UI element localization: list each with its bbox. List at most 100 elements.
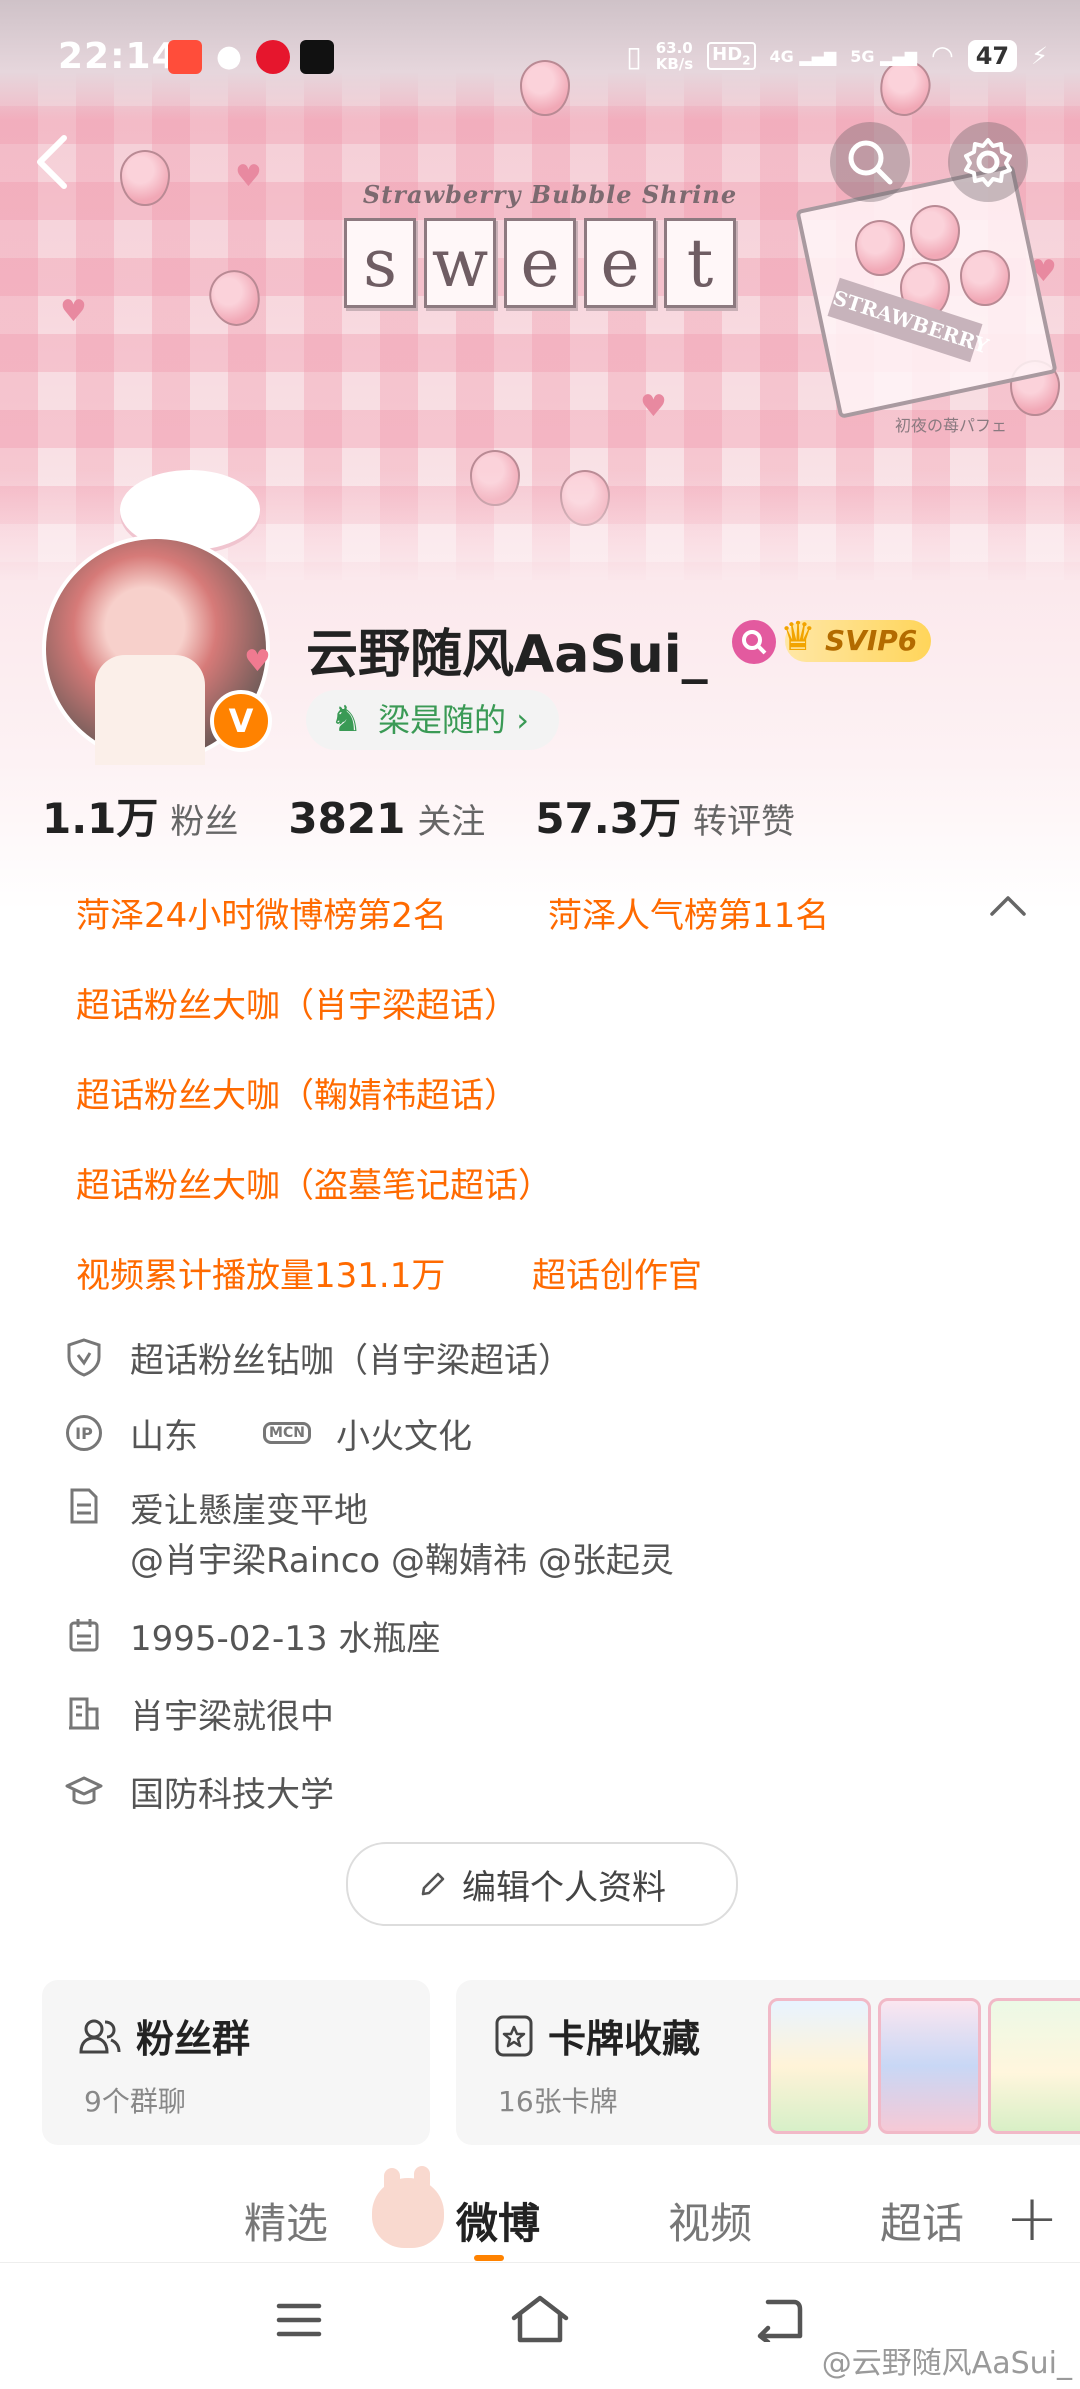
pencil-icon xyxy=(421,1872,445,1896)
followers-count: 1.1万 xyxy=(42,794,159,843)
honor-tag[interactable]: 菏泽24小时微博榜第2名 xyxy=(76,888,447,937)
fans-group-header: 粉丝群 xyxy=(78,2008,250,2063)
heart-decoration: ♥ xyxy=(235,159,262,194)
honor-tag[interactable]: 视频累计播放量131.1万 xyxy=(76,1248,445,1297)
search-button[interactable] xyxy=(830,122,910,202)
banner-sweet-letter: e xyxy=(504,218,576,308)
bio-mentions[interactable]: @肖宇梁Rainco @鞠婧祎 @张起灵 xyxy=(130,1536,674,1586)
weibo-watermark: @云野随风AaSui_ xyxy=(821,2346,1072,2381)
banner-sweet-letter: s xyxy=(344,218,416,308)
banner-shrine-title: Strawberry Bubble Shrine xyxy=(362,180,738,209)
interactions-count: 57.3万 xyxy=(535,794,681,843)
tab-video[interactable]: 视频 xyxy=(668,2190,752,2251)
stat-followers[interactable]: 1.1万 粉丝 xyxy=(42,785,238,846)
following-label: 关注 xyxy=(417,802,486,842)
ip-icon-text: IP xyxy=(66,1415,102,1451)
back-nav-button[interactable] xyxy=(754,2296,804,2346)
charging-icon: ⚡ xyxy=(1031,42,1048,70)
banner-sweet-letter: w xyxy=(424,218,496,308)
honor-tag[interactable]: 超话粉丝大咖（盗墓笔记超话） xyxy=(76,1158,552,1207)
bunny-ear-decoration xyxy=(384,2168,400,2194)
status-right-group: ▯ 63.0 KB/s HD2 4G ▂▄▆ 5G ▂▄▆ ◠ 47 ⚡ xyxy=(626,36,1048,76)
followers-label: 粉丝 xyxy=(170,802,239,842)
membership-level-badge[interactable] xyxy=(732,620,776,664)
app-notification-icon xyxy=(168,40,202,74)
honor-tag[interactable]: 超话创作官 xyxy=(532,1248,702,1297)
bio-line: 爱让懸崖变平地 xyxy=(130,1491,368,1531)
net1-label: 4G xyxy=(769,46,794,66)
verified-badge: V xyxy=(210,690,272,752)
battery-level: 47 xyxy=(967,40,1018,72)
tab-supertopic[interactable]: 超话 xyxy=(880,2190,964,2251)
menu-icon xyxy=(276,2303,322,2337)
bio-text: 爱让懸崖变平地 @肖宇梁Rainco @鞠婧祎 @张起灵 xyxy=(130,1486,674,1586)
info-bio-row: 爱让懸崖变平地 @肖宇梁Rainco @鞠婧祎 @张起灵 xyxy=(64,1486,674,1586)
info-location-row: IP 山东 MCN 小火文化 xyxy=(64,1408,472,1458)
location-text: 山东 xyxy=(130,1416,198,1457)
mcn-icon: MCN xyxy=(263,1413,311,1453)
add-tab-button[interactable]: + xyxy=(984,2164,1080,2274)
fan-tag-label: 梁是随的 xyxy=(378,701,507,739)
hd-sub: 2 xyxy=(742,53,751,68)
status-time: 22:14 xyxy=(58,36,178,77)
tab-featured[interactable]: 精选 xyxy=(244,2190,328,2251)
gear-icon xyxy=(964,138,1012,187)
group-icon xyxy=(79,2019,121,2053)
honor-tag[interactable]: 超话粉丝大咖（肖宇梁超话） xyxy=(76,978,518,1027)
following-count: 3821 xyxy=(288,794,406,843)
mcn-text: 小火文化 xyxy=(336,1416,472,1457)
birthday-text: 1995-02-13 水瓶座 xyxy=(130,1618,441,1659)
avatar-heart-decoration: ♥ xyxy=(244,644,271,679)
card-collection-title: 卡牌收藏 xyxy=(548,2017,701,2061)
collected-card-thumbnail xyxy=(988,1998,1080,2134)
hd-label: HD xyxy=(712,44,743,66)
banner-sweet-letter: e xyxy=(584,218,656,308)
signal-4g-icon: 4G ▂▄▆ xyxy=(769,46,837,66)
building-icon xyxy=(64,1693,104,1733)
net-speed-value: 63.0 xyxy=(655,39,693,57)
calendar-icon xyxy=(64,1615,104,1655)
chess-knight-icon: ♞ xyxy=(330,699,363,740)
shield-icon xyxy=(64,1337,104,1377)
info-school-row: 国防科技大学 xyxy=(64,1766,334,1816)
active-tab-indicator xyxy=(474,2255,504,2261)
fans-group-subtitle: 9个群聊 xyxy=(84,2085,186,2118)
hd-icon: HD2 xyxy=(707,42,756,70)
banner-sweet-letter: t xyxy=(664,218,736,308)
edit-profile-label: 编辑个人资料 xyxy=(462,1867,666,1908)
home-icon xyxy=(511,2295,569,2343)
stat-following[interactable]: 3821 关注 xyxy=(288,794,485,843)
level-icon xyxy=(742,630,767,655)
net2-label: 5G xyxy=(850,46,875,66)
info-badge-text: 超话粉丝钻咖（肖宇梁超话） xyxy=(130,1340,572,1381)
stat-interactions[interactable]: 57.3万 转评赞 xyxy=(535,785,795,846)
wifi-icon: ◠ xyxy=(931,41,954,71)
plus-icon: + xyxy=(1005,2182,1059,2256)
net-speed: 63.0 KB/s xyxy=(656,40,693,72)
edit-profile-button[interactable]: 编辑个人资料 xyxy=(346,1842,738,1926)
honor-tag[interactable]: 菏泽人气榜第11名 xyxy=(548,888,829,937)
back-button[interactable] xyxy=(22,122,82,202)
interactions-label: 转评赞 xyxy=(692,802,795,842)
settings-button[interactable] xyxy=(948,122,1028,202)
bunny-tab-icon xyxy=(372,2178,444,2248)
crown-icon: ♛ xyxy=(780,614,816,660)
company-text: 肖宇梁就很中 xyxy=(130,1696,334,1737)
graduation-cap-icon xyxy=(64,1771,104,1811)
username: 云野随风AaSui_ xyxy=(306,625,708,685)
vibrate-icon: ▯ xyxy=(626,39,642,73)
chevron-right-icon: › xyxy=(516,701,529,739)
card-collection-subtitle: 16张卡牌 xyxy=(498,2085,618,2118)
fans-group-title: 粉丝群 xyxy=(136,2017,251,2061)
avatar-figure xyxy=(95,655,205,765)
menu-button[interactable] xyxy=(276,2300,322,2344)
honor-tag[interactable]: 超话粉丝大咖（鞠婧祎超话） xyxy=(76,1068,518,1117)
back-nav-icon xyxy=(757,2299,803,2345)
signal-5g-icon: 5G ▂▄▆ xyxy=(850,46,918,66)
card-pack-icon xyxy=(495,2015,533,2056)
bunny-ear-decoration xyxy=(414,2166,430,2192)
home-button[interactable] xyxy=(510,2294,570,2348)
tab-weibo[interactable]: 微博 xyxy=(456,2190,540,2251)
chevron-up-icon[interactable] xyxy=(988,892,1028,918)
school-text: 国防科技大学 xyxy=(130,1774,334,1815)
